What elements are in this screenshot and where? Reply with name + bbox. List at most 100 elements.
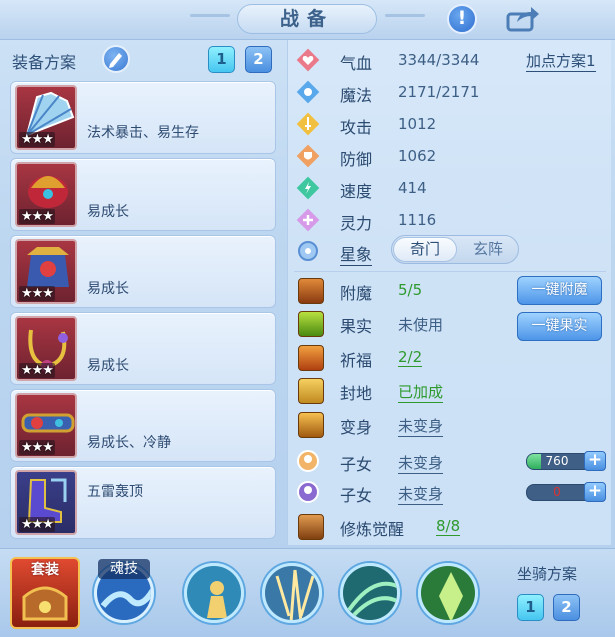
blessing-icon	[298, 345, 324, 371]
shield-icon	[296, 144, 320, 168]
enhance-row-cultivation: 修炼觉醒 8/8	[296, 514, 606, 540]
monk-skill-icon	[187, 566, 241, 620]
skill-slot-1[interactable]	[184, 563, 244, 623]
wind-skill-icon	[343, 566, 397, 620]
skill-slot-2[interactable]	[262, 563, 322, 623]
stats-panel: 加点方案1 气血 3344/3344 魔法 2171/2171 攻击 1012 …	[287, 40, 611, 545]
battle-prep-window: 战备 ! 装备方案 1 2 ★★★ 法术暴击、易生存 ★★★ 易成长 ★★★ 易…	[0, 0, 615, 637]
stat-row-speed: 速度 414	[296, 176, 606, 202]
equipment-traits: 易成长	[87, 281, 129, 297]
enhance-row-fief: 封地 已加成	[296, 378, 606, 404]
light-skill-icon	[265, 566, 319, 620]
fruit-icon	[298, 311, 324, 337]
stat-name: 速度	[340, 182, 373, 201]
equipment-slot-3[interactable]: ★★★ 易成长	[10, 235, 276, 308]
one-click-fruit-button[interactable]: 一键果实	[517, 312, 602, 341]
child-icon	[297, 450, 319, 472]
stat-value: 1062	[398, 147, 437, 165]
enhance-name: 子女	[340, 486, 373, 505]
stat-row-attack: 攻击 1012	[296, 112, 606, 138]
enhance-name: 果实	[340, 317, 373, 336]
equipment-slot-4[interactable]: ★★★ 易成长	[10, 312, 276, 385]
set-button[interactable]: 套装	[10, 557, 80, 629]
stat-name: 魔法	[340, 86, 373, 105]
exclamation-icon: !	[457, 7, 467, 29]
enhance-value: 8/8	[436, 517, 461, 536]
mount-scheme-1-button[interactable]: 1	[517, 594, 544, 621]
mount-scheme-2-button[interactable]: 2	[553, 594, 580, 621]
divider	[294, 271, 606, 272]
mount-scheme-label: 坐骑方案	[517, 565, 578, 583]
equip-scheme-2-button[interactable]: 2	[245, 46, 272, 73]
equipment-slot-1[interactable]: ★★★ 法术暴击、易生存	[10, 81, 276, 154]
enhance-value: 未变身	[398, 485, 444, 505]
star-rating: ★★★	[19, 440, 55, 455]
equipment-traits: 五雷轰顶	[87, 484, 143, 500]
equipment-scheme-label: 装备方案	[12, 53, 77, 72]
help-button[interactable]: !	[447, 4, 477, 34]
child-2-plus-button[interactable]: +	[584, 482, 606, 502]
stat-value: 414	[398, 179, 427, 197]
stat-value: 1012	[398, 115, 437, 133]
enhance-value: 已加成	[398, 383, 444, 403]
skill-slot-3[interactable]	[340, 563, 400, 623]
equipment-slot-5[interactable]: ★★★ 易成长、冷静	[10, 389, 276, 462]
stat-row-hp: 气血 3344/3344	[296, 48, 606, 74]
child-icon	[297, 481, 319, 503]
enhance-value: 2/2	[398, 348, 423, 367]
tab-xuanzhen[interactable]: 玄阵	[458, 237, 518, 262]
skill-slot-4[interactable]	[418, 563, 478, 623]
child-1-plus-button[interactable]: +	[584, 451, 606, 471]
equipment-panel: 装备方案 1 2 ★★★ 法术暴击、易生存 ★★★ 易成长 ★★★ 易成长 ★★…	[6, 40, 280, 545]
crystal-skill-icon	[421, 566, 475, 620]
stat-name: 灵力	[340, 214, 373, 233]
enhance-name: 附魔	[340, 284, 373, 303]
star-rating: ★★★	[19, 286, 55, 301]
equipment-traits: 法术暴击、易生存	[87, 125, 199, 141]
equipment-traits: 易成长、冷静	[87, 435, 171, 451]
title-ornament-left	[190, 14, 230, 17]
spirit-icon	[296, 208, 320, 232]
cultivation-icon	[298, 514, 324, 540]
equipment-slot-6[interactable]: ★★★ 五雷轰顶	[10, 466, 276, 539]
one-click-enchant-button[interactable]: 一键附魔	[517, 276, 602, 305]
progress-value: 0	[553, 485, 561, 499]
enchant-icon	[298, 278, 324, 304]
stat-row-spirit: 灵力 1116	[296, 208, 606, 234]
enhance-name: 封地	[340, 384, 373, 403]
progress-value: 760	[545, 454, 569, 468]
enhance-name: 修炼觉醒	[340, 520, 405, 539]
share-button[interactable]	[505, 4, 541, 34]
star-compass-icon	[298, 241, 318, 261]
equipment-slot-2[interactable]: ★★★ 易成长	[10, 158, 276, 231]
stat-value: 3344/3344	[398, 51, 480, 69]
stat-name: 防御	[340, 150, 373, 169]
star-label[interactable]: 星象	[340, 241, 373, 266]
stat-value: 2171/2171	[398, 83, 480, 101]
tab-qimen[interactable]: 奇门	[393, 237, 457, 262]
transform-icon	[298, 412, 324, 438]
title-bar: 战备 !	[0, 0, 615, 40]
enhance-name: 变身	[340, 418, 373, 437]
enhance-name: 子女	[340, 455, 373, 474]
stat-row-defense: 防御 1062	[296, 144, 606, 170]
page-title: 战备	[237, 4, 377, 34]
stat-name: 气血	[340, 54, 373, 73]
star-toggle[interactable]: 奇门 玄阵	[391, 235, 519, 264]
sword-icon	[296, 112, 320, 136]
enhance-value: 未变身	[398, 454, 444, 474]
stat-row-mp: 魔法 2171/2171	[296, 80, 606, 106]
enhance-row-blessing: 祈福 2/2	[296, 345, 606, 371]
enhance-row-transform: 变身 未变身	[296, 412, 606, 438]
equipment-traits: 易成长	[87, 358, 129, 374]
edit-scheme-button[interactable]	[102, 45, 130, 73]
star-rating: ★★★	[19, 363, 55, 378]
title-ornament-right	[385, 14, 425, 17]
equipment-traits: 易成长	[87, 204, 129, 220]
stat-value: 1116	[398, 211, 437, 229]
equip-scheme-1-button[interactable]: 1	[208, 46, 235, 73]
enhance-value: 未使用	[398, 316, 444, 334]
star-rating: ★★★	[19, 209, 55, 224]
heart-icon	[296, 48, 320, 72]
enhance-name: 祈福	[340, 351, 373, 370]
